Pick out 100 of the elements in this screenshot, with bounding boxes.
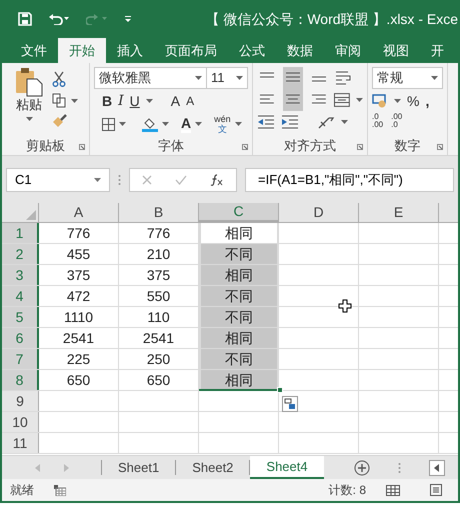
fill-handle[interactable] xyxy=(277,387,283,393)
merge-icon[interactable] xyxy=(334,93,350,107)
column-header[interactable]: E xyxy=(359,203,439,222)
ribbon-tab[interactable]: 插入 xyxy=(106,38,154,63)
borders-icon[interactable] xyxy=(102,118,115,130)
increase-indent-icon[interactable] xyxy=(281,115,299,129)
ribbon-tab[interactable]: 开始 xyxy=(58,38,106,63)
ribbon-tab[interactable]: 开 xyxy=(420,38,455,63)
wrap-text-icon[interactable] xyxy=(335,70,353,86)
table-cell: 不同 xyxy=(199,286,279,306)
name-box[interactable]: C1 xyxy=(6,168,110,192)
increase-decimal-button[interactable]: .0 .00 xyxy=(372,113,384,129)
ribbon-tab[interactable]: 公式 xyxy=(228,38,276,63)
dropdown-icon xyxy=(146,99,153,103)
count-text: 计数: 8 xyxy=(328,482,366,499)
status-text: 就绪 xyxy=(10,482,34,499)
column-header[interactable]: D xyxy=(279,203,359,222)
dropdown-icon xyxy=(394,99,401,103)
table-cell: 776 xyxy=(39,223,119,243)
drag-handle-icon[interactable] xyxy=(398,462,401,474)
row-header[interactable]: 3 xyxy=(2,265,39,285)
underline-button[interactable]: U xyxy=(130,90,140,112)
number-format-field[interactable]: 常规 xyxy=(372,67,443,89)
table-cell: 2541 xyxy=(39,328,119,348)
sheet-tab[interactable]: Sheet4 xyxy=(250,456,324,479)
row-header[interactable]: 4 xyxy=(2,286,39,306)
drag-handle-icon[interactable] xyxy=(118,174,121,186)
row-header[interactable]: 1 xyxy=(2,223,39,243)
dropdown-icon xyxy=(94,178,101,182)
dropdown-icon xyxy=(341,120,348,124)
currency-icon[interactable] xyxy=(372,94,388,108)
function-icon[interactable] xyxy=(210,174,224,186)
scroll-left-icon[interactable] xyxy=(428,460,445,476)
ribbon-tab[interactable]: 文件 xyxy=(10,38,58,63)
ribbon-tab[interactable]: 页面布局 xyxy=(154,38,228,63)
dialog-launcher-icon[interactable] xyxy=(79,144,85,150)
normal-view-icon[interactable] xyxy=(386,484,400,496)
decrease-indent-icon[interactable] xyxy=(257,115,275,129)
column-header[interactable]: A xyxy=(39,203,119,222)
formula-field[interactable]: =IF(A1=B1,"相同","不同") xyxy=(245,168,454,192)
italic-button[interactable]: I xyxy=(118,90,124,112)
sheet-tab[interactable]: Sheet1 xyxy=(102,460,176,475)
dropdown-icon xyxy=(234,122,242,126)
group-label: 数字 xyxy=(394,137,420,155)
row-header[interactable]: 7 xyxy=(2,349,39,369)
check-icon[interactable] xyxy=(174,175,187,185)
table-cell: 不同 xyxy=(199,349,279,369)
scissors-icon[interactable] xyxy=(52,71,66,87)
table-cell: 相同 xyxy=(199,223,279,243)
align-middle-icon[interactable] xyxy=(283,67,303,89)
row-header[interactable]: 6 xyxy=(2,328,39,348)
group-label: 字体 xyxy=(158,137,184,155)
format-painter-icon[interactable] xyxy=(52,114,68,128)
dialog-launcher-icon[interactable] xyxy=(357,144,363,150)
row-header[interactable]: 5 xyxy=(2,307,39,327)
table-cell: 相同 xyxy=(199,328,279,348)
table-cell: 650 xyxy=(39,370,119,390)
ribbon-tab[interactable]: 审阅 xyxy=(324,38,372,63)
dropdown-icon xyxy=(195,122,202,126)
dialog-launcher-icon[interactable] xyxy=(242,144,248,150)
table-cell: 相同 xyxy=(199,370,279,390)
dialog-launcher-icon[interactable] xyxy=(437,144,443,150)
macro-record-icon[interactable] xyxy=(54,484,66,496)
grow-font-button[interactable]: A xyxy=(170,90,180,112)
decrease-decimal-button[interactable]: .00 .0 xyxy=(391,113,402,129)
table-cell: 375 xyxy=(39,265,119,285)
copy-icon[interactable] xyxy=(52,93,67,108)
row-header[interactable]: 10 xyxy=(2,412,39,432)
column-header[interactable]: C xyxy=(199,203,279,222)
align-center-icon[interactable] xyxy=(282,89,303,111)
phonetic-button[interactable]: wén 文 xyxy=(214,114,231,134)
row-header[interactable]: 2 xyxy=(2,244,39,264)
dropdown-icon[interactable] xyxy=(26,117,32,121)
table-cell: 相同 xyxy=(199,265,279,285)
ribbon-tab[interactable]: 视图 xyxy=(372,38,420,63)
row-header[interactable]: 11 xyxy=(2,433,39,453)
group-label: 对齐方式 xyxy=(284,137,336,155)
percent-button[interactable]: % xyxy=(407,90,420,112)
table-cell: 1110 xyxy=(39,307,119,327)
ribbon-tab[interactable]: 数据 xyxy=(276,38,324,63)
comma-button[interactable]: , xyxy=(425,90,430,112)
undo-icon[interactable] xyxy=(48,13,70,25)
bold-button[interactable]: B xyxy=(102,90,112,112)
table-cell: 不同 xyxy=(199,307,279,327)
row-header[interactable]: 8 xyxy=(2,370,39,390)
paste-button[interactable]: 粘贴 xyxy=(16,97,42,113)
quick-analysis-icon[interactable] xyxy=(282,396,298,412)
dropdown-icon xyxy=(431,76,438,80)
shrink-font-button[interactable]: A xyxy=(186,92,194,110)
save-icon[interactable] xyxy=(18,12,32,26)
page-layout-icon[interactable] xyxy=(430,484,442,496)
row-header[interactable]: 9 xyxy=(2,391,39,411)
font-color-button[interactable]: A xyxy=(181,116,192,132)
paste-icon[interactable] xyxy=(14,67,44,97)
dropdown-icon xyxy=(119,122,126,126)
add-sheet-icon[interactable] xyxy=(354,460,370,476)
cross-cursor-icon xyxy=(338,299,352,313)
table-cell: 225 xyxy=(39,349,119,369)
customize-icon[interactable] xyxy=(124,15,132,23)
fill-color-icon[interactable] xyxy=(142,116,158,132)
